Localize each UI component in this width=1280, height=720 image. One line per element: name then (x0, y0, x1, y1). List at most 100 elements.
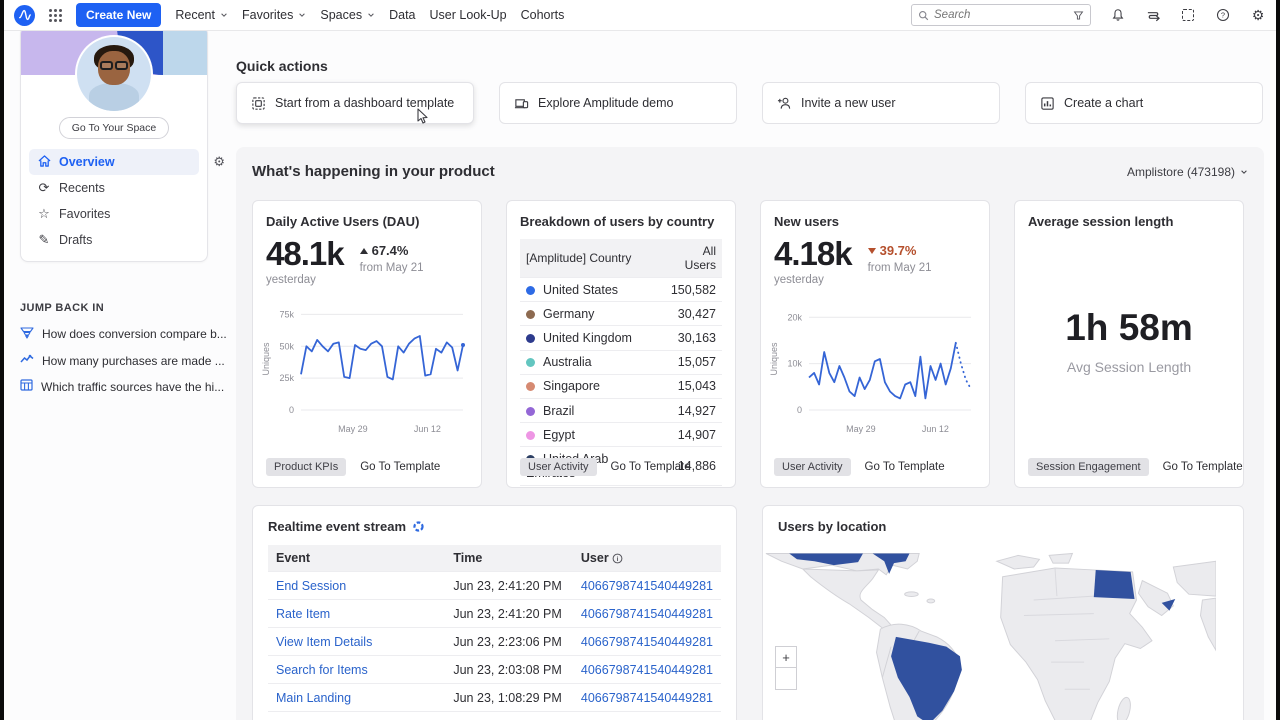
event-time: Jun 23, 1:04:24 PM (445, 712, 573, 720)
dau-value: 48.1k (266, 237, 344, 270)
svg-text:i: i (617, 555, 619, 562)
main-content: Quick actions Start from a dashboard tem… (232, 31, 1264, 720)
event-user-link[interactable]: 4066798741540449281 (581, 663, 713, 677)
sidebar-item-recents[interactable]: ⟳ Recents (29, 175, 199, 201)
map-zoom-in-button[interactable]: + (775, 646, 797, 668)
event-name-link[interactable]: Main Landing (276, 691, 351, 705)
dashed-select-icon[interactable] (1180, 7, 1196, 23)
country-name: United States (520, 278, 662, 302)
country-row[interactable]: Germany30,427 (520, 302, 722, 326)
chevron-down-icon (220, 11, 228, 19)
app-window: Create New Recent Favorites Spaces Data … (4, 0, 1276, 720)
quick-action-label: Explore Amplitude demo (538, 96, 674, 110)
dau-badge[interactable]: Product KPIs (266, 458, 346, 476)
quick-action-dashboard-template[interactable]: Start from a dashboard template (236, 82, 474, 124)
realtime-title: Realtime event stream (268, 519, 406, 534)
sidebar-settings-gear-icon[interactable]: ⚙ (213, 154, 225, 170)
event-time: Jun 23, 2:03:08 PM (445, 656, 573, 684)
countries-col2-header: All Users (662, 239, 722, 278)
new-users-badge[interactable]: User Activity (774, 458, 851, 476)
svg-text:May 29: May 29 (846, 424, 876, 434)
country-row[interactable]: Brazil14,927 (520, 398, 722, 422)
pathfinder-icon[interactable] (1145, 7, 1161, 23)
event-user-link[interactable]: 4066798741540449281 (581, 635, 713, 649)
devices-icon (514, 96, 529, 111)
session-card-title: Average session length (1028, 214, 1230, 229)
event-name-link[interactable]: View Item Details (276, 635, 372, 649)
jump-back-in-item[interactable]: How many purchases are made ... (20, 353, 220, 368)
jump-item-label: How does conversion compare b... (42, 327, 227, 341)
amplitude-logo[interactable] (14, 5, 35, 26)
quick-action-create-chart[interactable]: Create a chart (1025, 82, 1263, 124)
quick-action-invite-user[interactable]: Invite a new user (762, 82, 1000, 124)
nav-item-cohorts[interactable]: Cohorts (521, 8, 565, 22)
event-name-link[interactable]: End Session (276, 579, 346, 593)
dashboard-template-icon (251, 96, 266, 111)
info-icon[interactable]: i (612, 553, 623, 564)
map-zoom-out-button[interactable] (775, 668, 797, 690)
quick-action-label: Create a chart (1064, 96, 1143, 110)
countries-badge[interactable]: User Activity (520, 458, 597, 476)
sidebar-item-label: Favorites (59, 207, 110, 221)
country-value: 14,907 (662, 423, 722, 447)
countries-go-to-template-link[interactable]: Go To Template (611, 461, 691, 473)
event-user-link[interactable]: 4066798741540449281 (581, 607, 713, 621)
help-icon[interactable]: ? (1215, 7, 1231, 23)
new-users-go-to-template-link[interactable]: Go To Template (865, 461, 945, 473)
user-avatar[interactable] (77, 37, 151, 111)
settings-gear-icon[interactable]: ⚙ (1250, 7, 1266, 23)
dau-go-to-template-link[interactable]: Go To Template (360, 461, 440, 473)
quick-action-explore-demo[interactable]: Explore Amplitude demo (499, 82, 737, 124)
new-users-card-title: New users (774, 214, 976, 229)
sidebar-item-drafts[interactable]: ✎ Drafts (29, 227, 199, 253)
go-to-your-space-button[interactable]: Go To Your Space (59, 117, 169, 139)
sidebar-item-favorites[interactable]: ☆ Favorites (29, 201, 199, 227)
nav-item-recent[interactable]: Recent (175, 8, 228, 22)
event-row: Main LandingJun 23, 1:08:29 PM4066798741… (268, 684, 721, 712)
jump-back-in-item[interactable]: Which traffic sources have the hi... (20, 379, 220, 394)
nav-item-user-lookup[interactable]: User Look-Up (430, 8, 507, 22)
event-row: Complete ProfileJun 23, 1:04:24 PM406679… (268, 712, 721, 720)
nav-item-spaces[interactable]: Spaces (320, 8, 375, 22)
country-row[interactable]: Singapore15,043 (520, 374, 722, 398)
session-badge[interactable]: Session Engagement (1028, 458, 1149, 476)
search-box[interactable] (911, 4, 1091, 26)
map-egypt-highlight (1094, 570, 1135, 599)
nav-item-favorites[interactable]: Favorites (242, 8, 306, 22)
event-row: Rate ItemJun 23, 2:41:20 PM4066798741540… (268, 600, 721, 628)
series-color-dot (526, 382, 535, 391)
svg-text:Uniques: Uniques (261, 342, 271, 376)
new-users-change-ref: from May 21 (868, 262, 932, 274)
event-name-link[interactable]: Rate Item (276, 607, 330, 621)
country-row[interactable]: Australia15,057 (520, 350, 722, 374)
sidebar-menu: Overview ⚙ ⟳ Recents ☆ Favorites ✎ Draft… (21, 145, 207, 253)
event-user-link[interactable]: 4066798741540449281 (581, 691, 713, 705)
session-go-to-template-link[interactable]: Go To Template (1163, 461, 1243, 473)
country-row[interactable]: United States150,582 (520, 278, 722, 302)
sidebar-item-overview[interactable]: Overview ⚙ (29, 149, 199, 175)
dau-change-ref: from May 21 (360, 262, 424, 274)
jump-back-in-item[interactable]: How does conversion compare b... (20, 326, 220, 342)
top-navigation-bar: Create New Recent Favorites Spaces Data … (4, 0, 1276, 31)
search-input[interactable] (934, 9, 1068, 21)
nav-item-data[interactable]: Data (389, 8, 415, 22)
country-row[interactable]: Egypt14,907 (520, 423, 722, 447)
countries-table: [Amplitude] CountryAll Users United Stat… (520, 239, 722, 486)
map-title: Users by location (778, 519, 1228, 534)
event-user-link[interactable]: 4066798741540449281 (581, 579, 713, 593)
project-selector[interactable]: Amplistore (473198) (1127, 165, 1248, 179)
new-users-line-chart[interactable]: 010k20kMay 29Jun 12Uniques (767, 296, 981, 451)
dau-line-chart[interactable]: 025k50k75kMay 29Jun 12Uniques (259, 296, 473, 451)
filter-funnel-icon[interactable] (1073, 10, 1084, 21)
world-map[interactable] (764, 550, 1242, 720)
dau-card-title: Daily Active Users (DAU) (266, 214, 468, 229)
svg-text:0: 0 (797, 405, 802, 415)
create-new-button[interactable]: Create New (76, 3, 161, 27)
event-name-link[interactable]: Search for Items (276, 663, 368, 677)
country-row[interactable]: United Kingdom30,163 (520, 326, 722, 350)
dau-change: 67.4% (360, 243, 424, 258)
notifications-bell-icon[interactable] (1110, 7, 1126, 23)
countries-col1-header: [Amplitude] Country (520, 239, 662, 278)
panel-title: What's happening in your product (252, 163, 495, 180)
app-grid-icon[interactable] (49, 9, 62, 22)
